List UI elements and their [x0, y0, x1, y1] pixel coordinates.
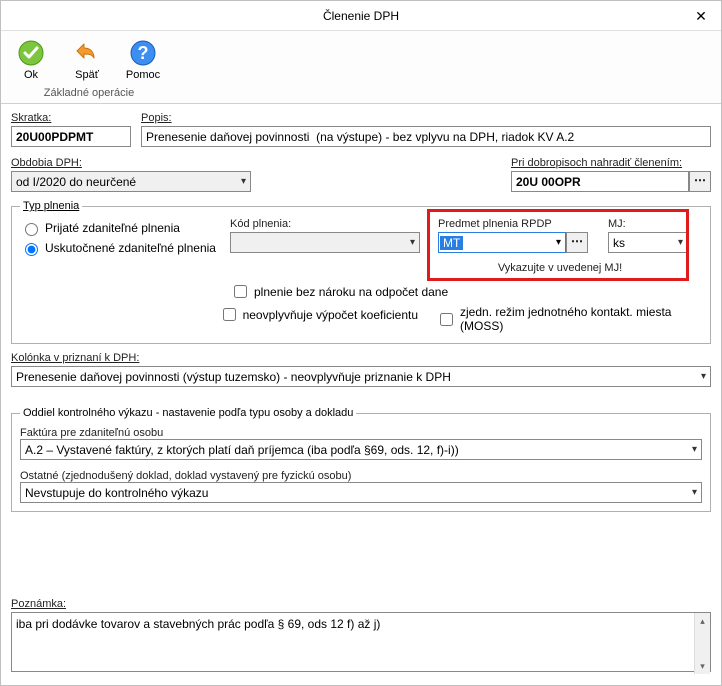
- chevron-down-icon: ▾: [237, 176, 246, 187]
- predmet-label: Predmet plnenia RPDP: [438, 218, 598, 230]
- kod-plnenia-select[interactable]: ▾: [230, 232, 420, 253]
- kv-ostatne-select[interactable]: Nevstupuje do kontrolného výkazu ▾: [20, 482, 702, 503]
- ribbon: Ok Späť ? Pomoc Základné operácie: [1, 31, 721, 104]
- kv-faktura-label: Faktúra pre zdaniteľnú osobu: [20, 427, 163, 439]
- scroll-up-icon[interactable]: ▴: [695, 613, 710, 629]
- form-area: Skratka: Popis: Obdobia DPH: od I/2020 d…: [1, 104, 721, 685]
- kv-group: Oddiel kontrolného výkazu - nastavenie p…: [11, 407, 711, 512]
- dialog-window: Členenie DPH ✕ Ok Späť ?: [0, 0, 722, 686]
- dobropis-browse-button[interactable]: ⋯: [689, 171, 711, 192]
- undo-icon: [73, 39, 101, 67]
- popis-input[interactable]: [141, 126, 711, 147]
- ribbon-group-label: Základné operácie: [9, 83, 169, 103]
- kv-ostatne-label: Ostatné (zjednodušený doklad, doklad vys…: [20, 470, 351, 482]
- close-button[interactable]: ✕: [689, 5, 713, 27]
- scroll-down-icon[interactable]: ▾: [695, 658, 710, 674]
- back-button[interactable]: Späť: [65, 37, 109, 83]
- kolonka-label: Kolónka v priznaní k DPH:: [11, 352, 711, 364]
- ok-button[interactable]: Ok: [9, 37, 53, 83]
- radio-prijate[interactable]: Prijaté zdaniteľné plnenia: [20, 220, 220, 236]
- ok-icon: [17, 39, 45, 67]
- radio-uskutocnene[interactable]: Uskutočnené zdaniteľné plnenia: [20, 240, 220, 256]
- close-icon: ✕: [695, 8, 707, 24]
- typ-plnenia-group: Typ plnenia Prijaté zdaniteľné plnenia U…: [11, 200, 711, 344]
- chevron-down-icon: ▾: [688, 487, 697, 498]
- kv-faktura-select[interactable]: A.2 – Vystavené faktúry, z ktorých platí…: [20, 439, 702, 460]
- mj-select[interactable]: ks ▾: [608, 232, 688, 253]
- chevron-down-icon: ▾: [556, 237, 565, 248]
- svg-text:?: ?: [138, 43, 149, 63]
- kolonka-select[interactable]: Prenesenie daňovej povinnosti (výstup tu…: [11, 366, 711, 387]
- window-title: Členenie DPH: [323, 9, 399, 23]
- help-icon: ?: [129, 39, 157, 67]
- chevron-down-icon: ▾: [674, 237, 683, 248]
- chk-moss[interactable]: zjedn. režim jednotného kontakt. miesta …: [436, 305, 702, 333]
- kv-legend: Oddiel kontrolného výkazu - nastavenie p…: [20, 407, 356, 419]
- mj-hint: Vykazujte v uvedenej MJ!: [440, 262, 680, 274]
- textarea-scrollbar[interactable]: ▴ ▾: [694, 613, 710, 674]
- chevron-down-icon: ▾: [406, 237, 415, 248]
- popis-label: Popis:: [141, 112, 711, 124]
- dobropis-input[interactable]: [511, 171, 689, 192]
- titlebar: Členenie DPH ✕: [1, 1, 721, 31]
- kod-plnenia-label: Kód plnenia:: [230, 218, 420, 230]
- help-button[interactable]: ? Pomoc: [121, 37, 165, 83]
- obdobia-label: Obdobia DPH:: [11, 157, 251, 169]
- chevron-down-icon: ▾: [697, 371, 706, 382]
- typ-plnenia-legend: Typ plnenia: [20, 200, 82, 212]
- chevron-down-icon: ▾: [688, 444, 697, 455]
- chk-koeficient[interactable]: neovplyvňuje výpočet koeficientu: [219, 305, 426, 324]
- dobropis-label: Pri dobropisoch nahradiť členením:: [511, 157, 711, 169]
- obdobia-select[interactable]: od I/2020 do neurčené ▾: [11, 171, 251, 192]
- skratka-input[interactable]: [11, 126, 131, 147]
- predmet-select[interactable]: MT ▾: [438, 232, 566, 253]
- skratka-label: Skratka:: [11, 112, 131, 124]
- mj-label: MJ:: [608, 218, 688, 230]
- poznamka-label: Poznámka:: [11, 598, 711, 610]
- poznamka-input[interactable]: [11, 612, 711, 672]
- chk-bez-naroku[interactable]: plnenie bez nároku na odpočet dane: [230, 282, 450, 301]
- predmet-browse-button[interactable]: ⋯: [566, 232, 588, 253]
